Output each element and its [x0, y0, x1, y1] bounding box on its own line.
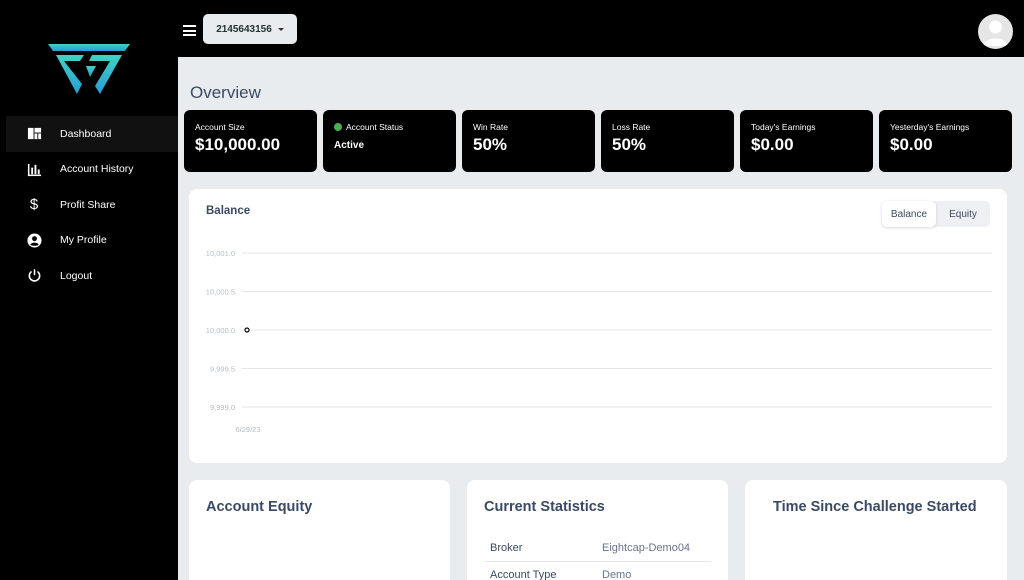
y-tick-label: 9,999.5 [210, 365, 235, 374]
stat-card-account-status: Account Status Active [323, 110, 456, 172]
sidebar-item-dashboard[interactable]: Dashboard [6, 116, 178, 152]
data-point[interactable] [244, 327, 250, 333]
page-title: Overview [190, 83, 261, 102]
y-tick-label: 10,001.0 [206, 249, 235, 258]
stat-value: 50% [612, 135, 647, 154]
bar-chart-icon [26, 161, 42, 177]
stat-card-yesterdays-earnings: Yesterday's Earnings $0.00 [879, 110, 1012, 172]
stat-key: Account Type [490, 569, 557, 580]
stat-value: $0.00 [751, 135, 794, 154]
sidebar-item-label: My Profile [60, 234, 107, 247]
y-tick-label: 10,000.5 [206, 288, 235, 297]
sidebar-item-label: Account History [60, 163, 134, 176]
sidebar-item-logout[interactable]: Logout [6, 258, 178, 294]
sidebar-item-label: Logout [60, 269, 93, 282]
power-icon [26, 268, 42, 284]
stat-card-win-rate: Win Rate 50% [462, 110, 595, 172]
account-equity-card: Account Equity [189, 480, 450, 580]
stat-label: Today's Earnings [751, 122, 816, 132]
dollar-icon: $ [29, 196, 39, 214]
topbar: 2145643156 [178, 0, 1024, 57]
y-tick-label: 10,000.0 [206, 326, 235, 335]
brand-logo[interactable] [46, 44, 132, 96]
sidebar-item-label: Profit Share [60, 198, 116, 211]
caret-down-icon [277, 27, 284, 31]
status-dot-icon [334, 123, 342, 131]
account-selector-dropdown[interactable]: 2145643156 [203, 14, 297, 44]
account-number: 2145643156 [216, 23, 272, 35]
status-badge: Active [334, 140, 365, 151]
time-since-challenge-card: Time Since Challenge Started [745, 480, 1007, 580]
sidebar-nav: Dashboard Account History $ Profit Share… [6, 116, 178, 294]
y-tick-label: 9,999.0 [210, 403, 235, 412]
stat-card-account-size: Account Size $10,000.00 [184, 110, 317, 172]
stat-label: Account Status [346, 122, 404, 132]
stat-label: Account Size [195, 122, 245, 132]
card-title: Time Since Challenge Started [773, 499, 977, 515]
table-row: Broker Eightcap-Demo04 [485, 535, 711, 562]
hamburger-menu-icon[interactable] [183, 25, 196, 36]
stat-value: Eightcap-Demo04 [602, 542, 691, 554]
user-circle-icon [26, 232, 42, 248]
stat-label: Win Rate [473, 122, 508, 132]
card-title: Account Equity [206, 499, 313, 515]
stat-value: $10,000.00 [195, 135, 281, 154]
avatar[interactable] [978, 14, 1013, 49]
balance-chart: 10,001.0 10,000.5 10,000.0 9,999.5 9,999.0 6/… [206, 249, 992, 434]
stat-value: 50% [473, 135, 508, 154]
stat-card-todays-earnings: Today's Earnings $0.00 [740, 110, 873, 172]
stat-card-loss-rate: Loss Rate 50% [601, 110, 734, 172]
x-tick-label: 6/29/23 [235, 425, 260, 434]
dashboard-icon [26, 126, 42, 142]
user-avatar-icon [983, 20, 1008, 46]
sidebar-item-account-history[interactable]: Account History [6, 152, 178, 188]
stat-label-row: Account Status [334, 122, 445, 132]
balance-chart-panel: Balance Balance Equity 10,001.0 10,000.5 1… [189, 189, 1007, 463]
stat-label: Yesterday's Earnings [890, 122, 970, 132]
stat-label: Loss Rate [612, 122, 651, 132]
sidebar: Dashboard Account History $ Profit Share… [0, 0, 178, 580]
stat-key: Broker [490, 542, 523, 554]
sidebar-item-profit-share[interactable]: $ Profit Share [6, 187, 178, 223]
sidebar-item-label: Dashboard [60, 127, 112, 140]
stat-value: Demo [602, 569, 632, 580]
current-statistics-card: Current Statistics Broker Eightcap-Demo0… [467, 480, 728, 580]
card-title: Current Statistics [484, 499, 605, 515]
stat-value: $0.00 [890, 135, 933, 154]
sidebar-item-my-profile[interactable]: My Profile [6, 223, 178, 259]
table-row: Account Type Demo [485, 562, 711, 580]
